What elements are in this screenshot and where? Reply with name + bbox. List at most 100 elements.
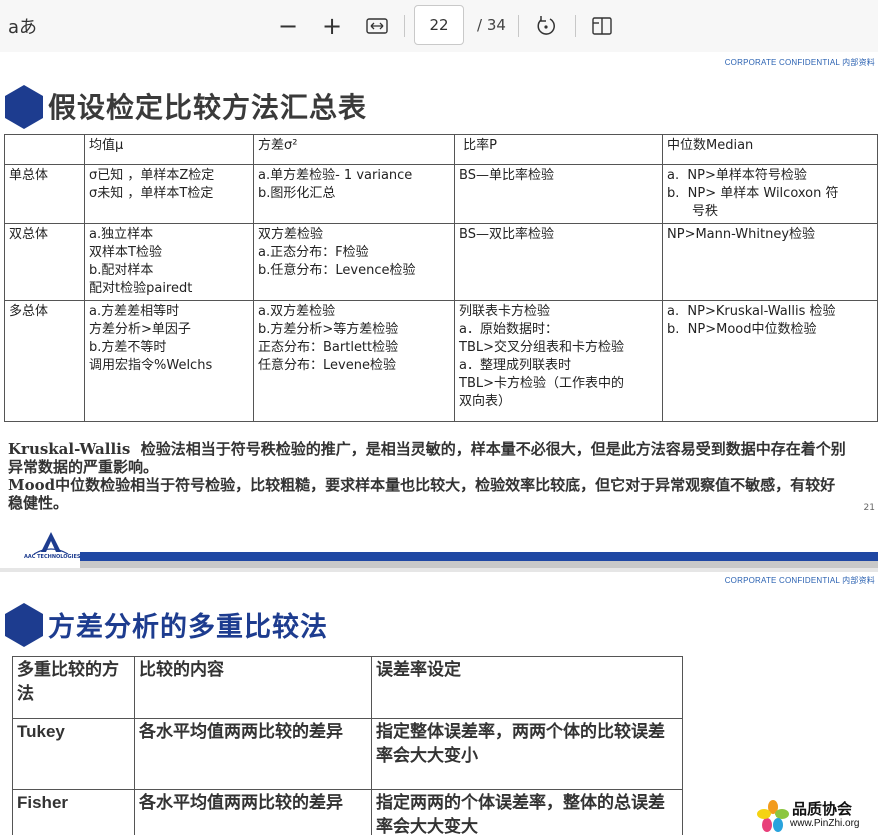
cell-line: a.独立样本 — [89, 227, 154, 242]
footer-band-secondary — [0, 561, 878, 568]
row-label: 双总体 — [4, 223, 85, 301]
cell-line: 双方差检验 — [258, 227, 324, 242]
hexagon-bullet-icon — [5, 85, 43, 129]
cell-line: a．原始数据时： — [459, 322, 558, 337]
cell-line: a.双方差检验 — [258, 304, 336, 319]
document-page-22: CORPORATE CONFIDENTIAL 内部资料 方差分析的多重比较法 多… — [0, 572, 878, 835]
cell-line: NP>Mann-Whitney检验 — [667, 227, 816, 242]
cell-text: NP>Mood中位数检验 — [687, 322, 817, 337]
cell-line: 双样本T检验 — [89, 245, 162, 260]
table-cell: a. NP>单样本符号检验 b. NP> 单样本 Wilcoxon 符 号秩 — [662, 164, 878, 224]
cell-line: a.方差差相等时 — [89, 304, 180, 319]
table-cell: 各水平均值两两比较的差异 — [134, 718, 372, 790]
table-cell: NP>Mann-Whitney检验 — [662, 223, 878, 301]
table-cell: σ已知 ，单样本Z检定 σ未知 ，单样本T检定 — [84, 164, 254, 224]
cell-line: 调用宏指令%Welchs — [89, 358, 213, 373]
table-cell: a.单方差检验- 1 variance b.图形化汇总 — [253, 164, 455, 224]
cell-line: a．整理成列联表时 — [459, 358, 571, 373]
flower-logo-icon — [757, 800, 789, 832]
table-header-cell: 方差σ² — [253, 134, 455, 165]
note-text: 中位数检验相当于符号检验，比较粗糙，要求样本量也比较大，检验效率比较底，但它对于… — [8, 476, 836, 512]
cell-line: a. NP>Kruskal-Wallis 检验 — [667, 303, 873, 321]
watermark: 品质协会 www.PinZhi.org — [754, 796, 878, 835]
cell-text: NP> 单样本 Wilcoxon 符 — [687, 186, 839, 201]
row-label: 多总体 — [4, 300, 85, 422]
table-cell: a.方差差相等时 方差分析>单因子 b.方差不等时 调用宏指令%Welchs — [84, 300, 254, 422]
watermark-url: www.PinZhi.org — [790, 818, 860, 829]
cell-line: TBL>交叉分组表和卡方检验 — [459, 340, 624, 355]
table-cell: 各水平均值两两比较的差异 — [134, 789, 372, 835]
cell-line: σ未知 ，单样本T检定 — [89, 186, 214, 201]
note-kruskal-wallis: Kruskal-Wallis 检验法相当于符号秩检验的推广，是相当灵敏的，样本量… — [8, 440, 848, 476]
table-header-cell: 均值μ — [84, 134, 254, 165]
read-aloud-button[interactable]: aあ — [8, 13, 37, 39]
table-header-cell: 比较的内容 — [134, 656, 372, 719]
page-number-input[interactable]: 22 — [414, 5, 464, 45]
cell-line: b. NP> 单样本 Wilcoxon 符 — [667, 185, 873, 203]
document-page-21: CORPORATE CONFIDENTIAL 内部资料 假设检定比较方法汇总表 … — [0, 52, 878, 568]
table-row: 单总体 σ已知 ，单样本Z检定 σ未知 ，单样本T检定 a.单方差检验- 1 v… — [4, 164, 878, 224]
cell-line: 任意分布：Levene检验 — [258, 358, 396, 373]
confidential-label: CORPORATE CONFIDENTIAL 内部资料 — [724, 576, 875, 585]
table-header-row: 均值μ 方差σ² 比率P 中位数Median — [4, 134, 878, 165]
zoom-in-button[interactable]: + — [316, 10, 348, 42]
table-cell: 列联表卡方检验 a．原始数据时： TBL>交叉分组表和卡方检验 a．整理成列联表… — [454, 300, 663, 422]
cell-line: TBL>卡方检验（工作表中的 — [459, 376, 624, 391]
cell-line: 正态分布：Bartlett检验 — [258, 340, 399, 355]
note-mood: Mood中位数检验相当于符号检验，比较粗糙，要求样本量也比较大，检验效率比较底，… — [8, 476, 848, 512]
page-view-button[interactable] — [586, 10, 618, 42]
table-header-cell: 中位数Median — [662, 134, 878, 165]
confidential-label: CORPORATE CONFIDENTIAL 内部资料 — [724, 58, 875, 67]
table-cell: a.双方差检验 b.方差分析>等方差检验 正态分布：Bartlett检验 任意分… — [253, 300, 455, 422]
cell-line: a.单方差检验- 1 variance — [258, 168, 413, 183]
table-cell: Tukey — [12, 718, 135, 790]
table-cell: 双方差检验 a.正态分布：F检验 b.任意分布：Levence检验 — [253, 223, 455, 301]
multiple-comparison-table: 多重比较的方法 比较的内容 误差率设定 Tukey 各水平均值两两比较的差异 指… — [12, 656, 683, 835]
zoom-out-icon: − — [277, 12, 299, 40]
zoom-out-button[interactable]: − — [272, 10, 304, 42]
list-marker: a. — [667, 304, 680, 319]
cell-line: b.图形化汇总 — [258, 186, 336, 201]
table-cell: BS—双比率检验 — [454, 223, 663, 301]
hypothesis-test-summary-table: 均值μ 方差σ² 比率P 中位数Median 单总体 σ已知 ，单样本Z检定 σ… — [4, 134, 878, 422]
table-cell: 指定两两的个体误差率，整体的总误差率会大大变大 — [371, 789, 683, 835]
table-row: 双总体 a.独立样本 双样本T检验 b.配对样本 配对t检验pairedt 双方… — [4, 223, 878, 301]
table-header-row: 多重比较的方法 比较的内容 误差率设定 — [12, 656, 683, 719]
note-term: Kruskal-Wallis — [8, 440, 131, 458]
cell-line: a. NP>单样本符号检验 — [667, 167, 873, 185]
cell-line: BS—双比率检验 — [459, 227, 554, 242]
cell-line: 方差分析>单因子 — [89, 322, 191, 337]
page-view-icon — [592, 17, 612, 35]
hexagon-bullet-icon — [5, 603, 43, 647]
rotate-button[interactable] — [530, 10, 562, 42]
table-header-cell: 误差率设定 — [371, 656, 683, 719]
toolbar-divider — [575, 15, 576, 37]
cell-line: a.正态分布：F检验 — [258, 245, 369, 260]
cell-line: σ已知 ，单样本Z检定 — [89, 168, 215, 183]
cell-line: 列联表卡方检验 — [459, 304, 551, 319]
cell-text: NP>单样本符号检验 — [687, 168, 807, 183]
notes-paragraph: Kruskal-Wallis 检验法相当于符号秩检验的推广，是相当灵敏的，样本量… — [8, 440, 848, 512]
table-cell: Fisher — [12, 789, 135, 835]
zoom-in-icon: + — [321, 12, 343, 40]
table-cell: a.独立样本 双样本T检验 b.配对样本 配对t检验pairedt — [84, 223, 254, 301]
table-header-cell — [4, 134, 85, 165]
list-marker: b. — [667, 322, 680, 337]
cell-line: 号秩 — [667, 203, 873, 221]
fit-width-button[interactable] — [361, 10, 393, 42]
cell-line: BS—单比率检验 — [459, 168, 554, 183]
note-term: Mood — [8, 476, 56, 494]
watermark-name: 品质协会 — [792, 800, 853, 818]
page-number: 21 — [863, 503, 875, 513]
cell-line: b.任意分布：Levence检验 — [258, 263, 416, 278]
cell-line: 配对t检验pairedt — [89, 281, 193, 296]
footer-band — [0, 552, 878, 561]
table-row: Fisher 各水平均值两两比较的差异 指定两两的个体误差率，整体的总误差率会大… — [12, 789, 683, 835]
cell-line: b.方差分析>等方差检验 — [258, 322, 399, 337]
rotate-icon — [537, 16, 555, 35]
list-marker: a. — [667, 168, 680, 183]
row-label: 单总体 — [4, 164, 85, 224]
table-row: Tukey 各水平均值两两比较的差异 指定整体误差率，两两个体的比较误差率会大大… — [12, 718, 683, 790]
toolbar-divider — [518, 15, 519, 37]
table-cell: BS—单比率检验 — [454, 164, 663, 224]
